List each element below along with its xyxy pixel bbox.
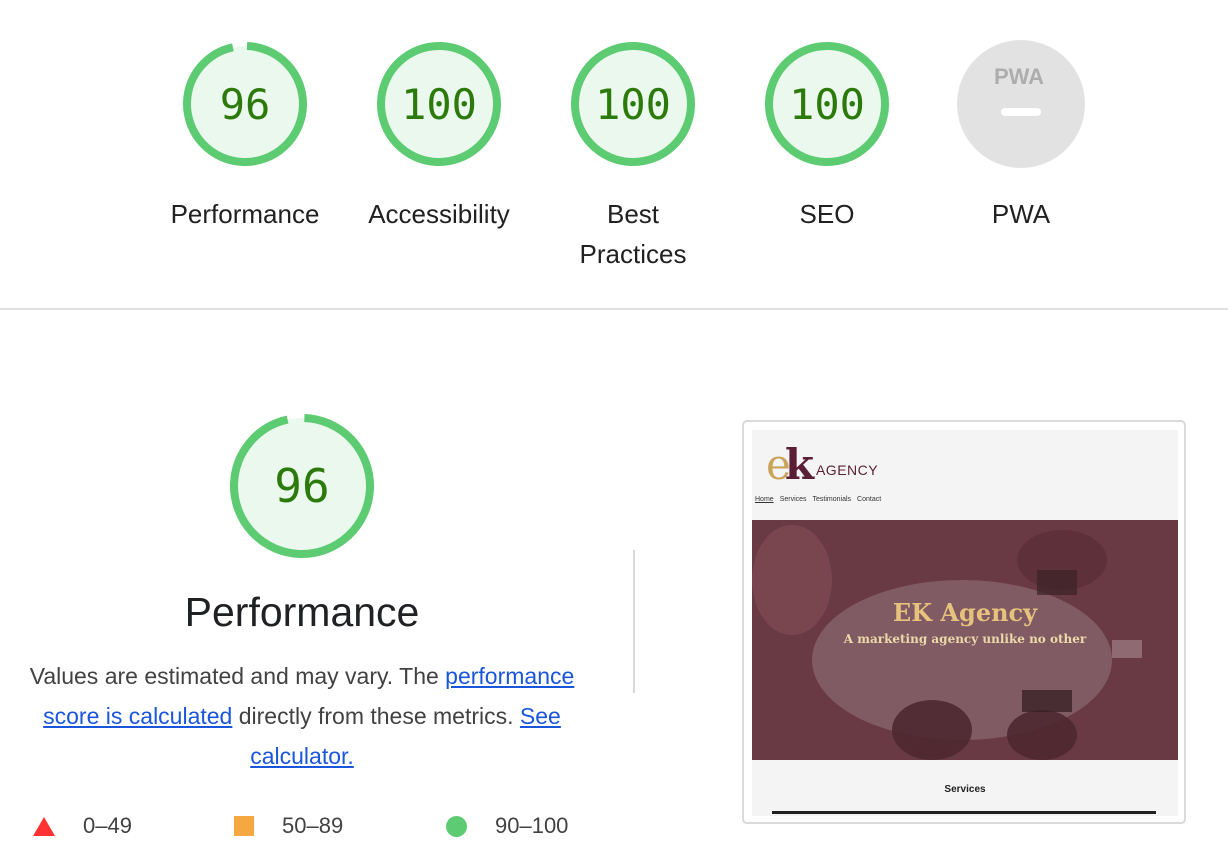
performance-label: Performance xyxy=(170,199,320,229)
score-scale-legend: 0–49 50–89 90–100 xyxy=(0,806,620,846)
square-icon xyxy=(234,816,254,836)
performance-score: 96 xyxy=(220,80,271,129)
legend-fail: 0–49 xyxy=(33,806,132,846)
site-nav-home: Home xyxy=(755,496,774,503)
seo-gauge-ring: 100 xyxy=(765,41,889,166)
site-logo-text: AGENCY xyxy=(815,462,879,478)
section-divider xyxy=(0,308,1228,310)
site-nav-testimonials: Testimonials xyxy=(812,496,852,503)
best-practices-label: Best Practices xyxy=(579,199,687,269)
gauge-performance[interactable]: 96 Performance xyxy=(148,38,342,234)
circle-icon xyxy=(446,815,467,837)
best-practices-gauge-ring: 100 xyxy=(571,41,695,166)
accessibility-score: 100 xyxy=(401,80,477,129)
best-practices-score: 100 xyxy=(595,80,671,129)
seo-label: SEO xyxy=(799,199,855,229)
pwa-gauge-ring: PWA xyxy=(957,40,1085,168)
seo-score: 100 xyxy=(789,80,865,129)
legend-pass: 90–100 xyxy=(446,806,568,846)
legend-pass-range: 90–100 xyxy=(495,813,569,838)
site-nav-contact: Contact xyxy=(857,496,882,503)
site-logo: e k AGENCY xyxy=(766,440,879,489)
gauge-accessibility[interactable]: 100 Accessibility xyxy=(342,38,536,234)
site-hero: EK Agency A marketing agency unlike no o… xyxy=(752,520,1178,760)
vertical-separator xyxy=(633,550,635,693)
hero-subtitle: A marketing agency unlike no other xyxy=(843,632,1087,646)
gauge-pwa[interactable]: PWA PWA xyxy=(924,38,1118,234)
gauge-best-practices[interactable]: 100 Best Practices xyxy=(536,38,730,274)
accessibility-label: Accessibility xyxy=(368,199,510,229)
performance-gauge-ring: 96 xyxy=(183,41,307,166)
site-nav-services: Services xyxy=(779,496,807,503)
desc-prefix: Values are estimated and may vary. The xyxy=(29,663,446,689)
legend-fail-range: 0–49 xyxy=(83,813,132,838)
site-section-rule xyxy=(772,811,1156,814)
performance-description: Values are estimated and may vary. The p… xyxy=(12,656,592,776)
accessibility-gauge-ring: 100 xyxy=(377,41,501,166)
site-services-heading: Services xyxy=(944,784,986,795)
performance-detail-score: 96 xyxy=(274,459,329,513)
final-screenshot[interactable]: e k AGENCY Home Services Testimonials Co… xyxy=(742,420,1186,824)
performance-heading: Performance xyxy=(184,589,420,635)
desc-middle: directly from these metrics. xyxy=(232,703,520,729)
legend-average: 50–89 xyxy=(234,806,343,846)
performance-detail-gauge: 96 xyxy=(230,414,374,558)
pwa-badge-icon: PWA xyxy=(994,64,1044,89)
pwa-not-applicable-dash xyxy=(1001,108,1041,116)
site-nav: Home Services Testimonials Contact xyxy=(755,496,887,503)
triangle-icon xyxy=(33,816,55,836)
legend-average-range: 50–89 xyxy=(282,813,344,838)
category-gauges: 96 Performance 100 Accessibility 100 Bes… xyxy=(0,0,1228,308)
hero-title: EK Agency xyxy=(892,598,1038,627)
pwa-label: PWA xyxy=(991,199,1051,229)
screenshot-page: e k AGENCY Home Services Testimonials Co… xyxy=(752,430,1178,816)
gauge-seo[interactable]: 100 SEO xyxy=(730,38,924,234)
